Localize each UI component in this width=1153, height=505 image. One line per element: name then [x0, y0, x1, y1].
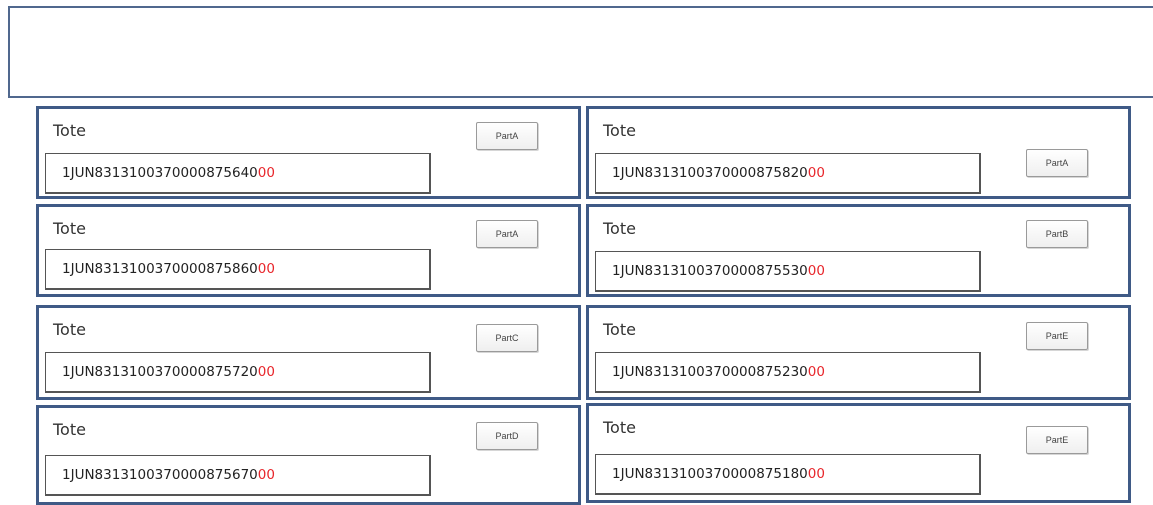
tote-code: 1JUN8313100370000875640 — [62, 165, 258, 181]
tote-code-suffix: 00 — [257, 261, 275, 277]
tote-code: 1JUN8313100370000875230 — [612, 364, 808, 380]
part-button[interactable]: PartA — [476, 220, 538, 248]
tote-code-field[interactable]: 1JUN831310037000087553000 — [595, 251, 981, 292]
tote-label: Tote — [53, 420, 86, 439]
tote-code-suffix: 00 — [807, 165, 825, 181]
tote-code-suffix: 00 — [257, 364, 275, 380]
tote-label: Tote — [53, 320, 86, 339]
tote-code-suffix: 00 — [257, 165, 275, 181]
tote-code-field[interactable]: 1JUN831310037000087586000 — [45, 249, 431, 290]
tote-code: 1JUN8313100370000875530 — [612, 263, 808, 279]
tote-code: 1JUN8313100370000875820 — [612, 165, 808, 181]
tote-code: 1JUN8313100370000875180 — [612, 466, 808, 482]
tote-code-field[interactable]: 1JUN831310037000087567000 — [45, 455, 431, 496]
part-button[interactable]: PartB — [1026, 220, 1088, 248]
tote-code: 1JUN8313100370000875860 — [62, 261, 258, 277]
tote-code-field[interactable]: 1JUN831310037000087518000 — [595, 454, 981, 495]
tote-card: Tote PartA 1JUN831310037000087582000 — [586, 106, 1131, 199]
tote-label: Tote — [603, 121, 636, 140]
part-button[interactable]: PartA — [476, 122, 538, 150]
tote-card: Tote PartC 1JUN831310037000087572000 — [36, 305, 581, 400]
tote-card: Tote PartB 1JUN831310037000087553000 — [586, 204, 1131, 297]
tote-code-field[interactable]: 1JUN831310037000087582000 — [595, 153, 981, 194]
tote-card: Tote PartD 1JUN831310037000087567000 — [36, 405, 581, 505]
tote-code-suffix: 00 — [807, 466, 825, 482]
part-button[interactable]: PartE — [1026, 322, 1088, 350]
header-panel — [8, 6, 1153, 98]
part-button[interactable]: PartE — [1026, 426, 1088, 454]
tote-code-field[interactable]: 1JUN831310037000087523000 — [595, 352, 981, 393]
tote-code: 1JUN8313100370000875670 — [62, 467, 258, 483]
tote-code-suffix: 00 — [807, 263, 825, 279]
tote-label: Tote — [53, 219, 86, 238]
tote-code-field[interactable]: 1JUN831310037000087572000 — [45, 352, 431, 393]
tote-code-suffix: 00 — [807, 364, 825, 380]
tote-code: 1JUN8313100370000875720 — [62, 364, 258, 380]
tote-card: Tote PartA 1JUN831310037000087586000 — [36, 204, 581, 297]
part-button[interactable]: PartA — [1026, 149, 1088, 177]
part-button[interactable]: PartD — [476, 422, 538, 450]
tote-code-field[interactable]: 1JUN831310037000087564000 — [45, 153, 431, 194]
part-button[interactable]: PartC — [476, 324, 538, 352]
tote-code-suffix: 00 — [257, 467, 275, 483]
tote-card: Tote PartE 1JUN831310037000087523000 — [586, 305, 1131, 400]
tote-label: Tote — [53, 121, 86, 140]
tote-label: Tote — [603, 320, 636, 339]
tote-label: Tote — [603, 219, 636, 238]
tote-label: Tote — [603, 418, 636, 437]
tote-card: Tote PartE 1JUN831310037000087518000 — [586, 403, 1131, 503]
tote-card: Tote PartA 1JUN831310037000087564000 — [36, 106, 581, 199]
